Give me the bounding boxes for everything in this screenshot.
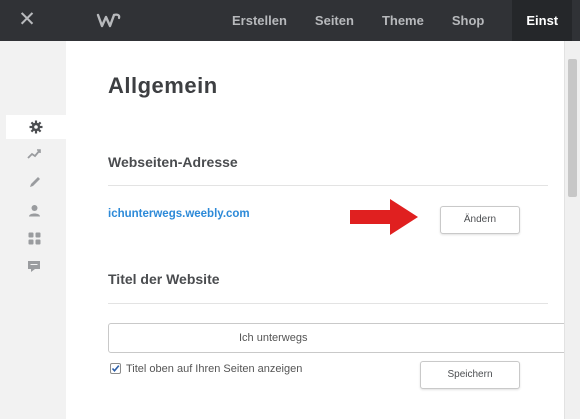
user-icon bbox=[28, 204, 40, 216]
sidebar-item-apps[interactable] bbox=[23, 227, 45, 249]
red-arrow-icon bbox=[350, 199, 418, 235]
nav-theme[interactable]: Theme bbox=[382, 0, 424, 41]
trend-icon bbox=[27, 149, 41, 159]
show-title-label: Titel oben auf Ihren Seiten anzeigen bbox=[126, 363, 303, 375]
save-button[interactable]: Speichern bbox=[420, 361, 520, 389]
show-title-checkbox[interactable] bbox=[110, 363, 121, 374]
top-nav: Erstellen Seiten Theme Shop Einst bbox=[232, 0, 573, 41]
nav-shop[interactable]: Shop bbox=[452, 0, 485, 41]
close-icon[interactable]: ✕ bbox=[16, 9, 38, 31]
settings-sidebar bbox=[0, 41, 66, 419]
sidebar-item-allgemein[interactable] bbox=[6, 115, 66, 139]
divider bbox=[108, 303, 548, 304]
settings-panel: Allgemein Webseiten-Adresse ichunterwegs… bbox=[66, 41, 564, 419]
section-heading-site-title: Titel der Website bbox=[108, 271, 220, 287]
nav-seiten[interactable]: Seiten bbox=[315, 0, 354, 41]
nav-einstellungen[interactable]: Einst bbox=[512, 0, 573, 41]
scrollbar[interactable] bbox=[564, 41, 580, 419]
weebly-logo-icon[interactable] bbox=[96, 10, 122, 30]
apps-icon bbox=[28, 232, 40, 244]
comment-icon bbox=[28, 260, 40, 272]
sidebar-item-mitglieder[interactable] bbox=[23, 199, 45, 221]
site-title-input[interactable]: Ich unterwegs bbox=[108, 323, 564, 353]
gear-icon bbox=[29, 120, 43, 134]
top-bar: ✕ Erstellen Seiten Theme Shop Einst bbox=[0, 0, 580, 41]
checkmark-icon bbox=[111, 365, 120, 373]
scrollbar-thumb[interactable] bbox=[568, 59, 577, 197]
pencil-icon bbox=[29, 176, 40, 187]
site-url-link[interactable]: ichunterwegs.weebly.com bbox=[108, 208, 250, 220]
divider bbox=[108, 185, 548, 186]
sidebar-item-seo[interactable] bbox=[23, 171, 45, 193]
sidebar-item-kommentare[interactable] bbox=[23, 255, 45, 277]
nav-erstellen[interactable]: Erstellen bbox=[232, 0, 287, 41]
sidebar-item-statistik[interactable] bbox=[23, 143, 45, 165]
page-title: Allgemein bbox=[108, 73, 218, 98]
section-heading-address: Webseiten-Adresse bbox=[108, 154, 238, 170]
change-address-button[interactable]: Ändern bbox=[440, 206, 520, 234]
